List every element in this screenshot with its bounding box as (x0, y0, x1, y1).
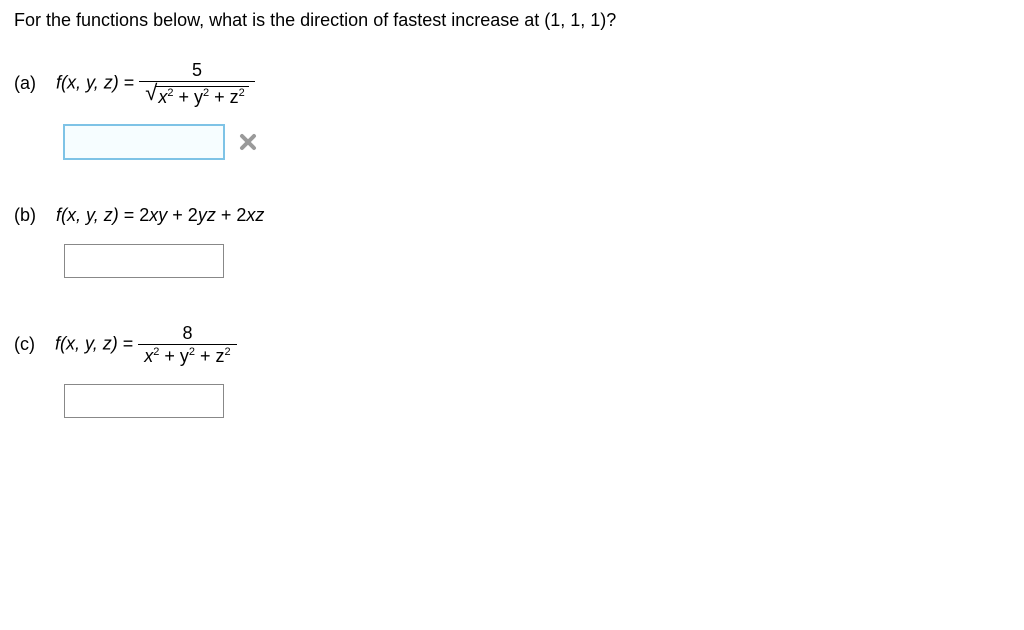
plus-z: + z (209, 87, 239, 107)
exp: 2 (167, 87, 173, 99)
part-a-denominator: √ x2 + y2 + z2 (139, 81, 254, 107)
part-b-answer-row (64, 244, 1010, 278)
part-c-function: f(x, y, z) = 8 x2 + y2 + z2 (55, 324, 237, 366)
sqrt-icon: √ x2 + y2 + z2 (145, 84, 248, 107)
var-x: x (158, 87, 167, 107)
part-b-function: f(x, y, z) = 2xy + 2yz + 2xz (56, 205, 264, 226)
part-c-answer-input[interactable] (64, 384, 224, 418)
part-c-numerator: 8 (176, 324, 198, 344)
exp: 2 (189, 346, 195, 358)
part-b-label: (b) (14, 205, 36, 226)
plus-z: + z (195, 346, 225, 366)
part-a: (a) f(x, y, z) = 5 √ x2 + y2 + z2 (14, 61, 1010, 159)
part-a-label: (a) (14, 73, 36, 94)
var-x: x (144, 346, 153, 366)
radicand: x2 + y2 + z2 (155, 86, 248, 107)
part-b-row: (b) f(x, y, z) = 2xy + 2yz + 2xz (14, 205, 1010, 226)
exp: 2 (203, 87, 209, 99)
part-c: (c) f(x, y, z) = 8 x2 + y2 + z2 (14, 324, 1010, 418)
part-c-row: (c) f(x, y, z) = 8 x2 + y2 + z2 (14, 324, 1010, 366)
part-c-answer-row (64, 384, 1010, 418)
part-b-answer-input[interactable] (64, 244, 224, 278)
plus-y: + y (159, 346, 189, 366)
part-a-row: (a) f(x, y, z) = 5 √ x2 + y2 + z2 (14, 61, 1010, 107)
part-a-lhs: f(x, y, z) = (56, 73, 139, 93)
part-a-function: f(x, y, z) = 5 √ x2 + y2 + z2 (56, 61, 255, 107)
exp: 2 (225, 346, 231, 358)
part-a-fraction: 5 √ x2 + y2 + z2 (139, 61, 254, 107)
part-c-label: (c) (14, 334, 35, 355)
incorrect-icon (238, 132, 258, 152)
part-c-fraction: 8 x2 + y2 + z2 (138, 324, 236, 366)
exp: 2 (153, 346, 159, 358)
exp: 2 (239, 87, 245, 99)
part-a-answer-input[interactable] (64, 125, 224, 159)
question-text: For the functions below, what is the dir… (14, 10, 1010, 31)
part-b: (b) f(x, y, z) = 2xy + 2yz + 2xz (14, 205, 1010, 278)
part-c-denominator: x2 + y2 + z2 (138, 344, 236, 366)
part-c-lhs: f(x, y, z) = (55, 333, 138, 353)
question-page: For the functions below, what is the dir… (0, 0, 1024, 474)
part-a-numerator: 5 (186, 61, 208, 81)
part-a-answer-row (64, 125, 1010, 159)
plus-y: + y (173, 87, 203, 107)
